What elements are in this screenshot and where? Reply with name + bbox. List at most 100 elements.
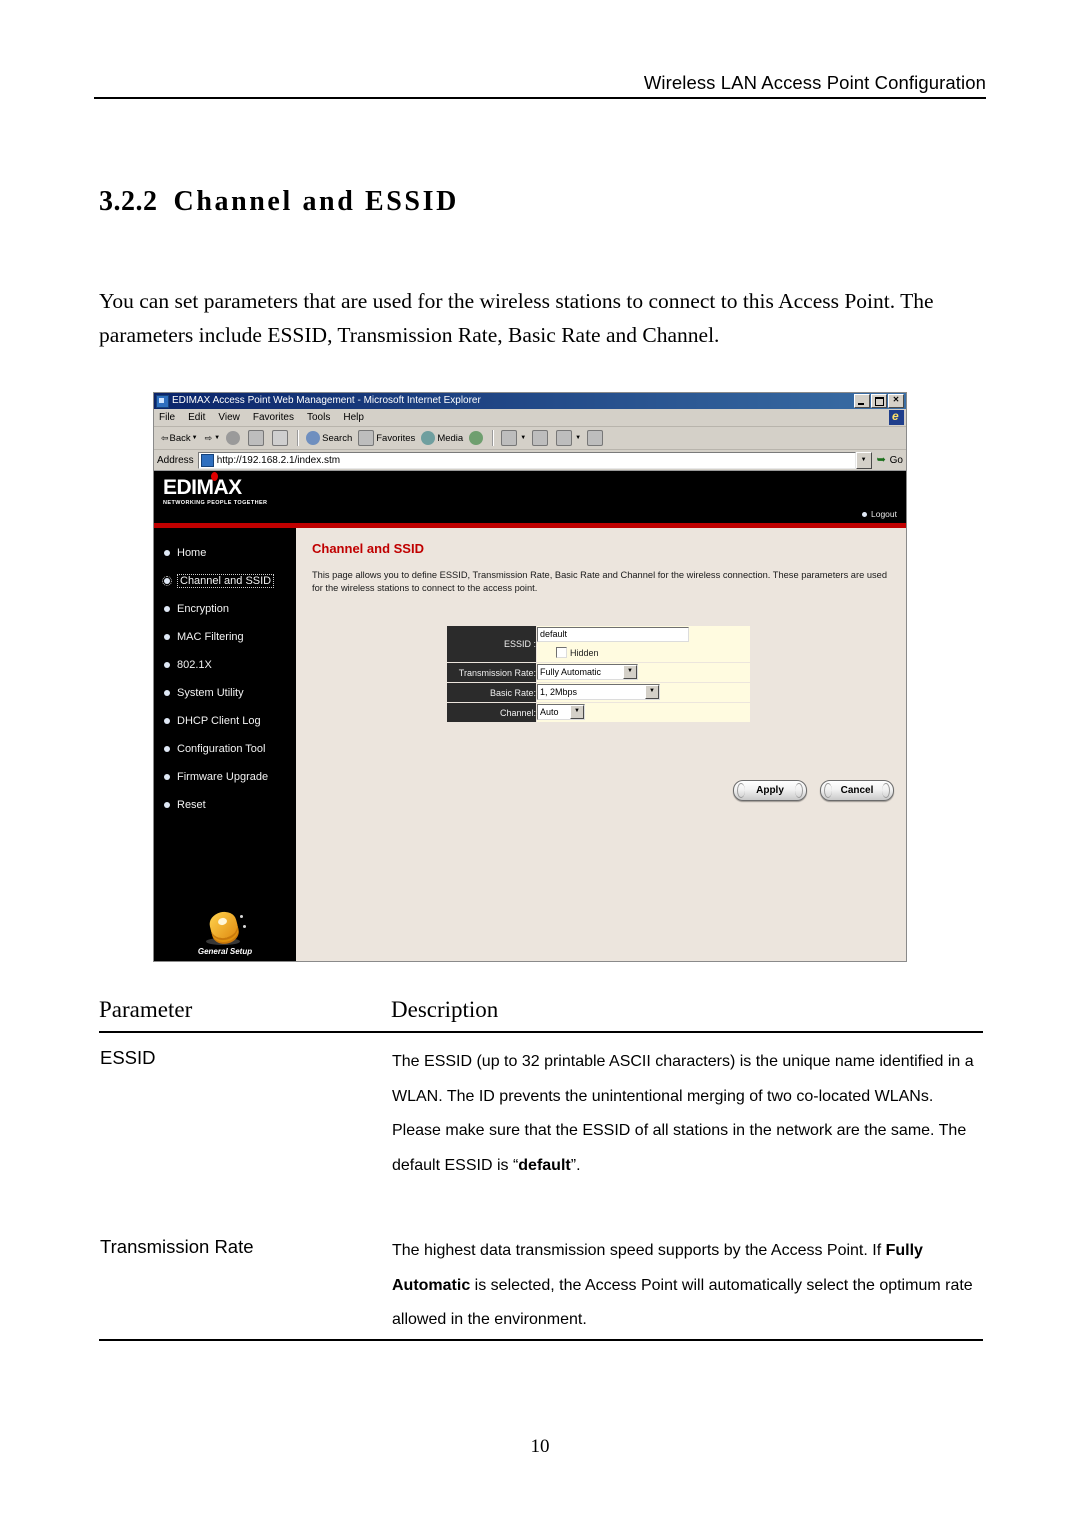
bullet-icon [164, 662, 170, 668]
back-button[interactable]: ⇦ Back ▼ [158, 432, 200, 445]
general-setup-badge[interactable]: General Setup [154, 909, 296, 956]
icon-spark [243, 925, 246, 928]
hidden-checkbox[interactable] [556, 647, 567, 659]
mail-button[interactable]: ▼ [499, 429, 528, 447]
sidebar-item-system-utility[interactable]: System Utility [154, 679, 296, 707]
sidebar-item-configuration-tool[interactable]: Configuration Tool [154, 735, 296, 763]
favorites-button[interactable]: Favorites [356, 429, 417, 447]
back-dropdown-icon[interactable]: ▼ [192, 435, 198, 441]
sidebar-item-dhcp-client-log[interactable]: DHCP Client Log [154, 707, 296, 735]
forward-dropdown-icon[interactable]: ▼ [214, 435, 220, 441]
chevron-down-icon[interactable]: ▼ [645, 685, 659, 700]
go-button[interactable]: ➥ Go [877, 454, 903, 466]
search-button[interactable]: Search [304, 430, 354, 446]
table-row: Transmission Rate The highest data trans… [99, 1222, 983, 1339]
edit-button[interactable]: ▼ [554, 429, 583, 447]
settings-form: ESSID : default Hidden Transmission Rate… [446, 625, 751, 723]
basic-rate-select[interactable]: 1, 2Mbps ▼ [537, 684, 660, 701]
history-icon [469, 431, 484, 445]
stop-icon [226, 431, 241, 445]
transmission-rate-select[interactable]: Fully Automatic ▼ [537, 664, 638, 681]
menu-favorites[interactable]: Favorites [253, 411, 294, 424]
channel-value: Auto [540, 707, 559, 718]
sidebar-item-channel-and-ssid[interactable]: Channel and SSID [154, 567, 296, 595]
menu-file[interactable]: File [159, 411, 175, 424]
bullet-icon [164, 550, 170, 556]
close-button[interactable]: ✕ [888, 394, 904, 408]
menu-edit[interactable]: Edit [188, 411, 205, 424]
sidebar-item-home[interactable]: Home [154, 539, 296, 567]
back-label: Back [169, 432, 191, 444]
home-button[interactable] [270, 429, 292, 447]
restore-button[interactable] [871, 394, 887, 408]
address-dropdown-icon[interactable]: ▼ [855, 451, 872, 469]
discuss-button[interactable] [585, 429, 607, 447]
stop-button[interactable] [224, 430, 244, 446]
chevron-down-icon[interactable]: ▼ [570, 705, 584, 720]
hidden-checkbox-wrapper[interactable]: Hidden [556, 647, 599, 659]
section-heading: 3.2.2 Channel and ESSID [99, 186, 459, 218]
mail-icon [501, 430, 518, 446]
menu-tools[interactable]: Tools [307, 411, 330, 424]
discuss-icon [587, 430, 604, 446]
sidebar-item-mac-filtering[interactable]: MAC Filtering [154, 623, 296, 651]
bullet-icon [164, 746, 170, 752]
form-row-channel: Channel: Auto ▼ [446, 702, 751, 723]
forward-arrow-icon: ⇨ [204, 432, 213, 443]
mail-dropdown-icon[interactable]: ▼ [520, 435, 526, 441]
table-bottom-rule [99, 1337, 983, 1341]
sidebar-item-label: Firmware Upgrade [177, 771, 269, 783]
apply-button[interactable]: Apply [733, 780, 807, 801]
menu-help[interactable]: Help [343, 411, 364, 424]
logout-link[interactable]: Logout [862, 509, 897, 519]
sidebar-item-firmware-upgrade[interactable]: Firmware Upgrade [154, 763, 296, 791]
favorites-icon [358, 430, 375, 446]
sidebar-item-802-1x[interactable]: 802.1X [154, 651, 296, 679]
page-body: Home Channel and SSID Encryption MAC Fil… [154, 528, 906, 961]
menu-view[interactable]: View [218, 411, 240, 424]
page-number: 10 [530, 1436, 550, 1457]
spacer-cell [99, 1184, 391, 1222]
address-input[interactable]: http://192.168.2.1/index.stm [197, 451, 856, 469]
history-button[interactable] [467, 430, 487, 446]
toolbar-separator-2 [492, 430, 495, 446]
media-icon [421, 431, 436, 445]
sidebar-item-reset[interactable]: Reset [154, 791, 296, 819]
bullet-icon [164, 774, 170, 780]
media-label: Media [437, 432, 464, 444]
intro-paragraph: You can set parameters that are used for… [99, 288, 934, 347]
brand-name-text: EDIMAX [163, 476, 242, 499]
browser-window-screenshot: EDIMAX Access Point Web Management - Mic… [153, 392, 907, 962]
sidebar-item-label: Channel and SSID [177, 574, 275, 588]
rule-cell [391, 1337, 983, 1341]
minimize-button[interactable] [854, 394, 870, 408]
browser-menubar: File Edit View Favorites Tools Help [154, 409, 906, 427]
internet-explorer-logo-icon [889, 409, 904, 425]
print-button[interactable] [530, 429, 552, 447]
favorites-label: Favorites [376, 432, 416, 444]
sidebar-item-label: Reset [177, 799, 206, 811]
basic-rate-label: Basic Rate: [446, 682, 537, 703]
sidebar-item-label: System Utility [177, 687, 244, 699]
media-button[interactable]: Media [419, 430, 465, 446]
channel-select[interactable]: Auto ▼ [537, 704, 585, 721]
icon-spark [240, 915, 243, 918]
edit-dropdown-icon[interactable]: ▼ [575, 435, 581, 441]
essid-input[interactable]: default [537, 627, 689, 643]
chevron-down-icon[interactable]: ▼ [623, 665, 637, 680]
form-row-essid: ESSID : default Hidden [446, 625, 751, 663]
form-row-basic-rate: Basic Rate: 1, 2Mbps ▼ [446, 682, 751, 703]
toolbar-separator [297, 430, 300, 446]
bullet-icon [164, 802, 170, 808]
sidebar-item-encryption[interactable]: Encryption [154, 595, 296, 623]
sidebar-item-label: Configuration Tool [177, 743, 266, 755]
refresh-button[interactable] [246, 429, 268, 447]
forward-button[interactable]: ⇨ ▼ [202, 432, 223, 445]
refresh-icon [248, 430, 265, 446]
home-icon [272, 430, 289, 446]
transmission-rate-label: Transmission Rate: [446, 662, 537, 683]
cancel-button[interactable]: Cancel [820, 780, 894, 801]
brand-name: EDIMAX [163, 472, 267, 499]
back-arrow-icon: ⇦ [161, 432, 169, 443]
transmission-rate-field-cell: Fully Automatic ▼ [536, 662, 751, 683]
